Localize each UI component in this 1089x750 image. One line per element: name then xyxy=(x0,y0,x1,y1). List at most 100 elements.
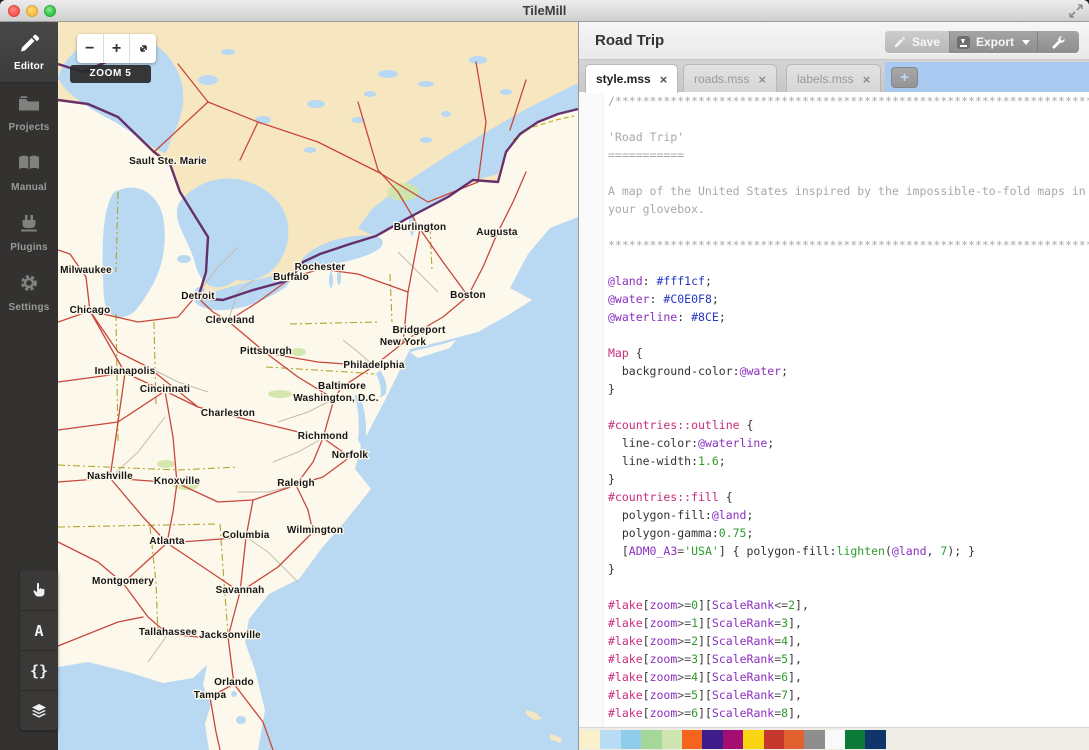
palette-swatch[interactable] xyxy=(804,730,824,749)
export-button[interactable]: Export xyxy=(949,31,1037,53)
sidebar-item-label: Manual xyxy=(11,182,47,193)
svg-text:Detroit: Detroit xyxy=(181,291,215,302)
sidebar-item-projects[interactable]: Projects xyxy=(0,83,58,143)
code-line: 5 xyxy=(579,164,1089,182)
svg-text:Milwaukee: Milwaukee xyxy=(60,265,112,276)
palette-swatch[interactable] xyxy=(621,730,641,749)
layers-button[interactable] xyxy=(20,690,58,730)
svg-text:Cincinnati: Cincinnati xyxy=(140,384,190,395)
code-gutter xyxy=(579,92,604,727)
fonts-tool-button[interactable]: A xyxy=(20,610,58,650)
sidebar-item-label: Projects xyxy=(8,122,49,133)
svg-text:Baltimore: Baltimore xyxy=(318,381,366,392)
close-icon[interactable]: × xyxy=(660,73,668,86)
code-lines: 1/**************************************… xyxy=(579,92,1089,722)
wrench-icon xyxy=(1051,35,1066,50)
svg-text:Orlando: Orlando xyxy=(214,677,254,688)
svg-text:Norfolk: Norfolk xyxy=(332,450,369,461)
fullscreen-icon[interactable] xyxy=(1069,4,1083,18)
code-line: 12@water: #C0E0F8; xyxy=(579,290,1089,308)
color-palette-strip xyxy=(579,727,1089,750)
code-line: 17} xyxy=(579,380,1089,398)
tab-label: style.mss xyxy=(596,72,651,86)
code-line: 26 [ADM0_A3='USA'] { polygon-fill:lighte… xyxy=(579,542,1089,560)
download-icon xyxy=(957,36,970,49)
header-buttons: Save Export xyxy=(885,31,1079,53)
titlebar: TileMill xyxy=(0,0,1089,22)
palette-swatch[interactable] xyxy=(580,730,600,749)
palette-swatch[interactable] xyxy=(641,730,661,749)
zoom-in-button[interactable]: + xyxy=(104,34,131,63)
tab-style-mss[interactable]: style.mss × xyxy=(585,64,678,93)
close-icon[interactable]: × xyxy=(758,73,766,86)
svg-text:Buffalo: Buffalo xyxy=(273,272,309,283)
code-line: 28 xyxy=(579,578,1089,596)
svg-text:Augusta: Augusta xyxy=(476,227,518,238)
pencil-icon xyxy=(16,31,42,53)
palette-swatch[interactable] xyxy=(845,730,865,749)
gear-icon xyxy=(16,272,42,294)
code-line: 13@waterline: #8CE; xyxy=(579,308,1089,326)
code-line: 23#countries::fill { xyxy=(579,488,1089,506)
sidebar-item-settings[interactable]: Settings xyxy=(0,263,58,323)
code-line: 24 polygon-fill:@land; xyxy=(579,506,1089,524)
tab-label: roads.mss xyxy=(694,72,749,86)
palette-swatch[interactable] xyxy=(865,730,885,749)
zoom-extent-button[interactable] xyxy=(130,34,156,63)
map-tools: A {} xyxy=(20,570,58,730)
sidebar-item-plugins[interactable]: Plugins xyxy=(0,203,58,263)
export-button-label: Export xyxy=(976,35,1014,49)
svg-text:Jacksonville: Jacksonville xyxy=(199,630,261,641)
svg-text:Atlanta: Atlanta xyxy=(149,536,185,547)
add-stylesheet-button[interactable]: + xyxy=(891,67,918,88)
tab-labels-mss[interactable]: labels.mss × xyxy=(786,64,881,93)
svg-text:Sault Ste. Marie: Sault Ste. Marie xyxy=(129,156,207,167)
palette-swatch[interactable] xyxy=(764,730,784,749)
save-button[interactable]: Save xyxy=(885,31,949,53)
code-line: 31#lake[zoom>=2][ScaleRank=4], xyxy=(579,632,1089,650)
app-window: TileMill Editor Projects Manual xyxy=(0,0,1089,750)
svg-text:Washington, D.C.: Washington, D.C. xyxy=(293,393,379,404)
braces-icon: {} xyxy=(30,662,48,680)
svg-text:Raleigh: Raleigh xyxy=(277,478,315,489)
svg-text:Cleveland: Cleveland xyxy=(205,315,254,326)
sidebar-item-editor[interactable]: Editor xyxy=(0,22,58,83)
code-line: 35#lake[zoom>=6][ScaleRank=8], xyxy=(579,704,1089,722)
palette-swatch[interactable] xyxy=(743,730,763,749)
palette-swatch[interactable] xyxy=(600,730,620,749)
zoom-out-button[interactable]: − xyxy=(77,34,104,63)
pan-tool-button[interactable] xyxy=(20,570,58,610)
code-line: 20 line-color:@waterline; xyxy=(579,434,1089,452)
code-line: 7your glovebox. xyxy=(579,200,1089,218)
palette-swatch[interactable] xyxy=(784,730,804,749)
palette-swatch[interactable] xyxy=(682,730,702,749)
svg-text:Burlington: Burlington xyxy=(394,222,447,233)
map-render: Sault Ste. MarieMilwaukeeChicagoDetroitC… xyxy=(58,22,578,750)
svg-text:Charleston: Charleston xyxy=(201,408,255,419)
editor-panel: Road Trip Save Export style.mss xyxy=(578,22,1089,750)
palette-swatch[interactable] xyxy=(662,730,682,749)
code-line: 18 xyxy=(579,398,1089,416)
svg-text:Indianapolis: Indianapolis xyxy=(95,366,156,377)
code-line: 16 background-color:@water; xyxy=(579,362,1089,380)
palette-swatch[interactable] xyxy=(702,730,722,749)
close-icon[interactable]: × xyxy=(863,73,871,86)
palette-swatch[interactable] xyxy=(723,730,743,749)
project-settings-button[interactable] xyxy=(1037,31,1079,53)
code-line: 2 xyxy=(579,110,1089,128)
svg-text:Tallahassee: Tallahassee xyxy=(139,627,197,638)
tab-roads-mss[interactable]: roads.mss × xyxy=(683,64,777,93)
svg-text:New York: New York xyxy=(380,337,426,348)
zoom-level-badge: ZOOM 5 xyxy=(70,65,151,83)
code-editor[interactable]: 1/**************************************… xyxy=(579,92,1089,727)
svg-text:Columbia: Columbia xyxy=(222,530,269,541)
carto-reference-button[interactable]: {} xyxy=(20,650,58,690)
svg-text:Philadelphia: Philadelphia xyxy=(343,360,405,371)
palette-swatch[interactable] xyxy=(825,730,845,749)
folder-icon xyxy=(16,92,42,114)
code-line: 8 xyxy=(579,218,1089,236)
sidebar-item-manual[interactable]: Manual xyxy=(0,143,58,203)
map-canvas[interactable]: Sault Ste. MarieMilwaukeeChicagoDetroitC… xyxy=(58,22,578,750)
svg-text:Rochester: Rochester xyxy=(295,262,346,273)
code-line: 11@land: #fff1cf; xyxy=(579,272,1089,290)
